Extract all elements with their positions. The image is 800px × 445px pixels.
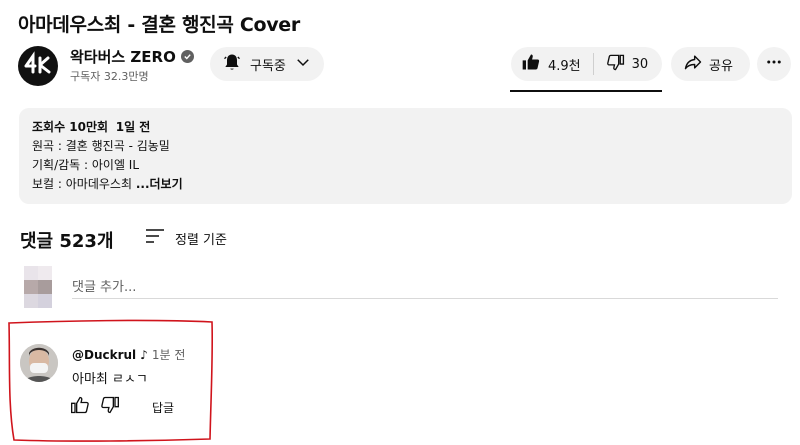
thumbs-up-filled-icon: [521, 52, 541, 76]
subscribed-button[interactable]: 구독중: [210, 47, 324, 81]
show-more-link[interactable]: ...더보기: [136, 177, 183, 191]
comments-count-heading: 댓글 523개: [20, 231, 114, 252]
add-comment-underline: [72, 298, 778, 299]
active-underline: [510, 90, 662, 92]
view-count: 조회수 10만회: [32, 120, 109, 134]
subscriber-count: 구독자 32.3만명: [70, 70, 149, 83]
channel-name[interactable]: 왁타버스 ZERO: [70, 46, 194, 67]
description-line-1: 원곡 : 결혼 행진곡 - 김농밀: [32, 139, 170, 153]
like-button[interactable]: 4.9천: [521, 53, 594, 75]
comment-header: @Duckrul ♪ 1분 전: [72, 346, 185, 363]
like-dislike-group: 4.9천 30: [511, 47, 662, 81]
share-button[interactable]: 공유: [671, 47, 750, 81]
chevron-down-icon: [294, 53, 312, 75]
channel-avatar[interactable]: [18, 46, 58, 86]
channel-name-label[interactable]: 왁타버스 ZERO: [70, 46, 176, 67]
comment-time[interactable]: 1분 전: [152, 346, 186, 363]
description-line-3-text: 보컬 : 아마데우스최: [32, 177, 132, 191]
description-box[interactable]: 조회수 10만회 1일 전 원곡 : 결혼 행진곡 - 김농밀 기획/감독 : …: [19, 108, 792, 204]
sort-icon: [145, 228, 165, 248]
comment-text: 아마최 ㄹㅅㄱ: [72, 372, 148, 387]
add-comment-input[interactable]: 댓글 추가...: [72, 276, 136, 295]
comment-actions: 답글: [70, 395, 174, 419]
sort-button[interactable]: 정렬 기준: [145, 228, 227, 248]
video-title: 아마데우스최 - 결혼 행진곡 Cover: [18, 14, 300, 36]
reply-button[interactable]: 답글: [152, 399, 174, 416]
thumbs-down-icon: [101, 396, 119, 414]
share-label: 공유: [709, 58, 733, 74]
like-count: 4.9천: [548, 58, 581, 74]
dislike-count: 30: [631, 56, 649, 72]
sort-label: 정렬 기준: [175, 232, 227, 248]
dislike-button[interactable]: 30: [594, 53, 649, 76]
thumbs-up-icon: [71, 396, 89, 414]
comment-dislike-button[interactable]: [100, 395, 120, 419]
comment-author-name[interactable]: @Duckrul: [72, 348, 136, 362]
subscribed-label: 구독중: [250, 58, 286, 74]
description-stats: 조회수 10만회 1일 전: [32, 118, 779, 137]
description-line-2: 기획/감독 : 아이엘 IL: [32, 158, 140, 172]
user-avatar: [24, 266, 52, 308]
music-note-icon: ♪: [140, 347, 148, 362]
share-arrow-icon: [683, 52, 703, 76]
upload-date: 1일 전: [115, 120, 151, 134]
more-actions-button[interactable]: [757, 47, 791, 81]
thumbs-down-icon: [606, 53, 625, 76]
verified-icon: [180, 50, 194, 63]
description-line-3: 보컬 : 아마데우스최 ...더보기: [32, 175, 779, 194]
comment-like-button[interactable]: [70, 395, 90, 419]
bell-icon: [222, 52, 242, 76]
more-horizontal-icon: [765, 53, 783, 75]
comment-author-avatar[interactable]: [20, 344, 58, 382]
